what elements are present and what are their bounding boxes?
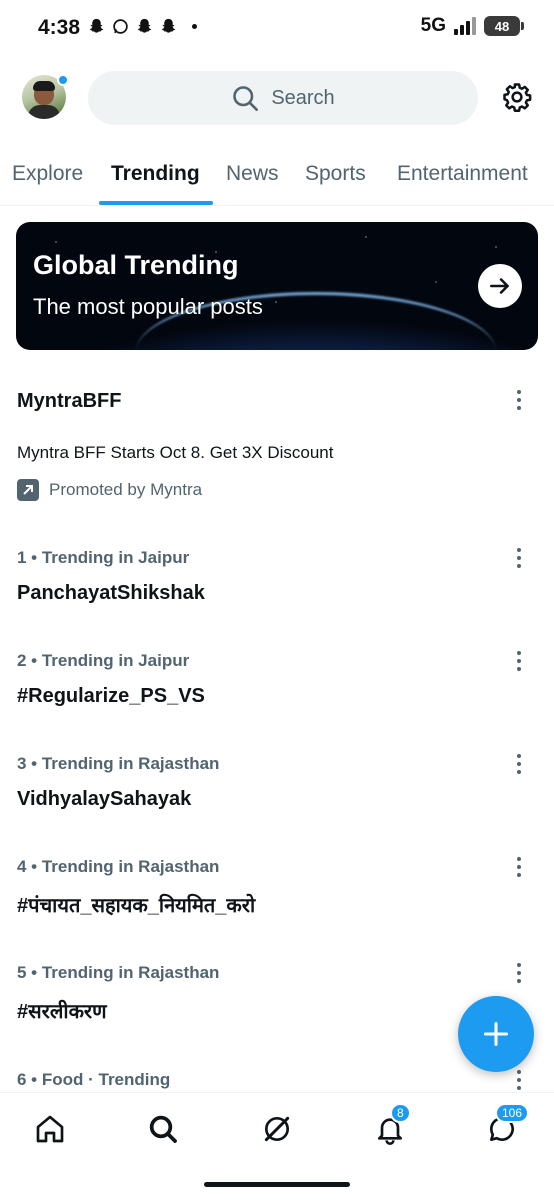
trend-name[interactable]: #सरलीकरण [17, 997, 107, 1024]
network-label: 5G [420, 15, 446, 36]
battery-icon: 48 [484, 16, 524, 36]
explore-tabs: Explore Trending News Sports Entertainme… [0, 150, 554, 206]
more-options-icon[interactable] [516, 651, 522, 671]
tab-entertainment[interactable]: Entertainment [397, 162, 528, 186]
battery-level: 48 [494, 18, 510, 34]
status-time: 4:38 [38, 16, 81, 39]
trend-meta: 6 • Food · Trending [17, 1070, 171, 1089]
trend-meta: 3 • Trending in Rajasthan [17, 754, 220, 773]
promoted-by: Promoted by Myntra [17, 479, 202, 501]
arrow-right-icon [490, 278, 509, 294]
more-notifications-dot [192, 24, 197, 29]
notifications-badge: 8 [390, 1103, 411, 1123]
compose-button[interactable] [458, 996, 534, 1072]
snapchat-icon [161, 18, 176, 33]
grok-icon[interactable] [261, 1113, 293, 1145]
more-options-icon[interactable] [516, 754, 522, 774]
trend-meta: 5 • Trending in Rajasthan [17, 963, 220, 982]
signal-icon [454, 17, 476, 35]
more-options-icon[interactable] [516, 1070, 522, 1090]
promoted-trend-title[interactable]: MyntraBFF [17, 390, 121, 413]
promoted-description: Myntra BFF Starts Oct 8. Get 3X Discount [17, 443, 334, 462]
more-options-icon[interactable] [516, 390, 522, 410]
trend-meta: 1 • Trending in Jaipur [17, 548, 190, 567]
notification-icons [88, 17, 197, 36]
banner-arrow-button[interactable] [478, 264, 522, 308]
trend-name[interactable]: #पंचायत_सहायक_नियमित_करो [17, 891, 255, 918]
status-indicators: 5G 48 [420, 15, 524, 37]
banner-title: Global Trending [33, 250, 239, 280]
plus-icon [483, 1021, 509, 1047]
gear-icon[interactable] [502, 82, 532, 112]
snapchat-icon [137, 18, 152, 33]
tab-news[interactable]: News [226, 162, 279, 186]
trend-name[interactable]: PanchayatShikshak [17, 582, 205, 605]
promoted-icon [17, 479, 39, 501]
banner-subtitle: The most popular posts [33, 294, 263, 319]
messages-badge: 106 [495, 1103, 530, 1123]
whatsapp-icon [113, 19, 128, 34]
more-options-icon[interactable] [516, 548, 522, 568]
global-trending-banner[interactable]: Global Trending The most popular posts [16, 222, 538, 350]
search-icon[interactable] [147, 1113, 179, 1145]
more-options-icon[interactable] [516, 857, 522, 877]
trend-name[interactable]: #Regularize_PS_VS [17, 685, 205, 708]
search-placeholder: Search [271, 86, 335, 109]
tab-trending[interactable]: Trending [111, 162, 200, 186]
tab-sports[interactable]: Sports [305, 162, 366, 186]
top-header: Search [0, 70, 554, 126]
active-tab-indicator [99, 201, 213, 205]
trend-meta: 2 • Trending in Jaipur [17, 651, 190, 670]
promoted-by-label: Promoted by Myntra [49, 480, 203, 499]
snapchat-icon [89, 18, 104, 33]
tab-explore[interactable]: Explore [12, 162, 83, 186]
status-bar: 4:38 5G 48 [0, 0, 554, 58]
avatar-notification-dot [57, 74, 69, 86]
search-icon [233, 86, 259, 111]
trend-meta: 4 • Trending in Rajasthan [17, 857, 220, 876]
home-icon[interactable] [34, 1113, 66, 1145]
home-indicator[interactable] [204, 1182, 350, 1187]
trend-name[interactable]: VidhyalaySahayak [17, 788, 191, 811]
more-options-icon[interactable] [516, 963, 522, 983]
search-input[interactable]: Search [88, 71, 478, 125]
